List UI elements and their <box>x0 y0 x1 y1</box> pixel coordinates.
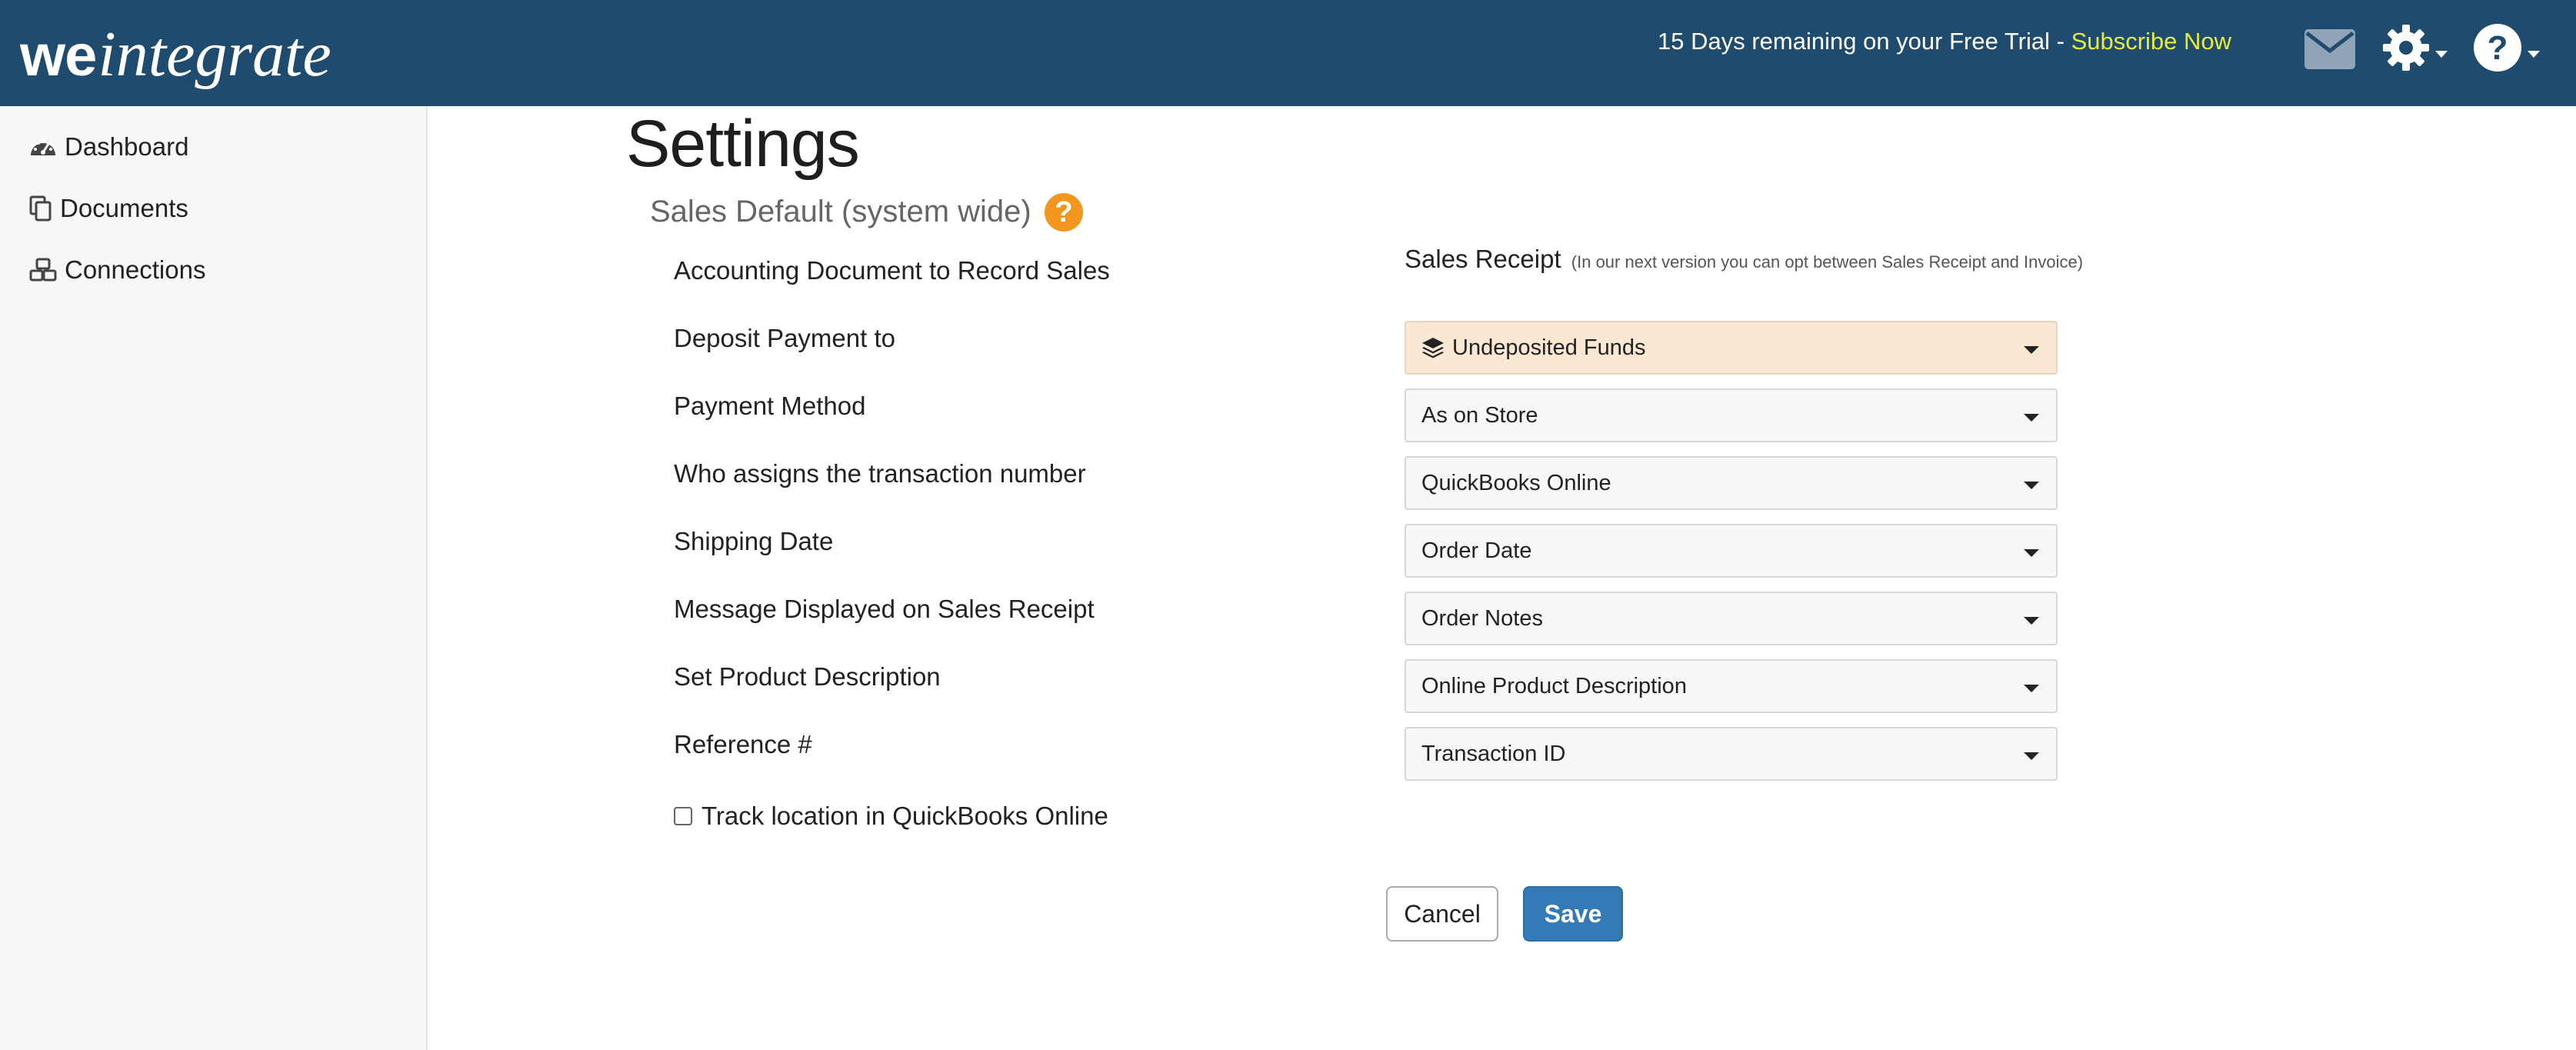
sales-receipt-note: (In our next version you can opt between… <box>1571 252 2084 272</box>
message-displayed-value: Order Notes <box>1421 605 1543 631</box>
deposit-payment-value: Undeposited Funds <box>1452 335 1646 360</box>
sidebar-item-dashboard[interactable]: Dashboard <box>29 132 188 162</box>
question-circle-icon[interactable]: ? <box>1045 193 1083 232</box>
help-icon[interactable]: ? <box>2473 23 2522 76</box>
sidebar-item-label: Connections <box>65 255 206 284</box>
shipping-date-select[interactable]: Order Date <box>1405 524 2058 578</box>
accounting-document-value: Sales Receipt (In our next version you c… <box>1405 245 2083 274</box>
sidebar-item-documents[interactable]: Documents <box>29 194 188 223</box>
chevron-down-icon <box>2024 752 2039 760</box>
chevron-down-icon <box>2024 685 2039 692</box>
sidebar-item-connections[interactable]: Connections <box>29 255 205 285</box>
transaction-number-label: Who assigns the transaction number <box>674 459 1086 488</box>
track-location-row[interactable]: Track location in QuickBooks Online <box>674 802 1108 831</box>
logo-we: we <box>20 23 97 88</box>
sales-receipt-text: Sales Receipt <box>1405 245 1561 273</box>
page-title: Settings <box>626 107 860 181</box>
payment-method-value: As on Store <box>1421 402 1538 428</box>
gear-icon[interactable] <box>2381 23 2431 76</box>
section-title: Sales Default (system wide) <box>650 195 1031 228</box>
sidebar-item-label: Documents <box>60 194 188 222</box>
subscribe-now-link[interactable]: Subscribe Now <box>2071 28 2231 55</box>
reference-number-value: Transaction ID <box>1421 741 1566 766</box>
gear-caret-icon[interactable] <box>2435 51 2448 58</box>
transaction-number-select[interactable]: QuickBooks Online <box>1405 456 2058 510</box>
layers-icon <box>1422 338 1444 358</box>
deposit-payment-label: Deposit Payment to <box>674 324 895 352</box>
product-description-value: Online Product Description <box>1421 673 1687 698</box>
track-location-label: Track location in QuickBooks Online <box>701 802 1108 830</box>
payment-method-label: Payment Method <box>674 392 866 420</box>
reference-number-label: Reference # <box>674 730 812 758</box>
weintegrate-logo[interactable]: we integrate <box>20 17 332 90</box>
save-button[interactable]: Save <box>1523 886 1623 942</box>
help-caret-icon[interactable] <box>2528 51 2540 58</box>
envelope-icon[interactable] <box>2304 29 2355 73</box>
sidebar-item-label: Dashboard <box>65 132 189 161</box>
chevron-down-icon <box>2024 482 2039 489</box>
logo-integrate: integrate <box>98 18 332 90</box>
shipping-date-value: Order Date <box>1421 538 1532 563</box>
deposit-payment-select[interactable]: Undeposited Funds <box>1405 321 2058 375</box>
top-navbar: we integrate 15 Days remaining on your Fr… <box>0 0 2576 106</box>
sidebar <box>0 106 428 1050</box>
product-description-select[interactable]: Online Product Description <box>1405 659 2058 713</box>
transaction-number-value: QuickBooks Online <box>1421 470 1611 495</box>
payment-method-select[interactable]: As on Store <box>1405 388 2058 442</box>
reference-number-select[interactable]: Transaction ID <box>1405 727 2058 781</box>
trial-banner: 15 Days remaining on your Free Trial - S… <box>1658 28 2231 55</box>
accounting-document-label: Accounting Document to Record Sales <box>674 256 1110 285</box>
connections-icon <box>29 258 57 282</box>
message-displayed-label: Message Displayed on Sales Receipt <box>674 595 1095 623</box>
documents-icon <box>29 195 52 222</box>
product-description-label: Set Product Description <box>674 662 941 691</box>
shipping-date-label: Shipping Date <box>674 527 834 555</box>
track-location-checkbox[interactable] <box>674 807 692 825</box>
message-displayed-select[interactable]: Order Notes <box>1405 592 2058 645</box>
dashboard-icon <box>31 139 55 155</box>
chevron-down-icon <box>2024 617 2039 625</box>
chevron-down-icon <box>2024 346 2039 354</box>
chevron-down-icon <box>2024 414 2039 422</box>
svg-text:?: ? <box>2488 29 2508 67</box>
trial-text: 15 Days remaining on your Free Trial - <box>1658 28 2071 55</box>
chevron-down-icon <box>2024 549 2039 557</box>
cancel-button[interactable]: Cancel <box>1386 886 1498 942</box>
